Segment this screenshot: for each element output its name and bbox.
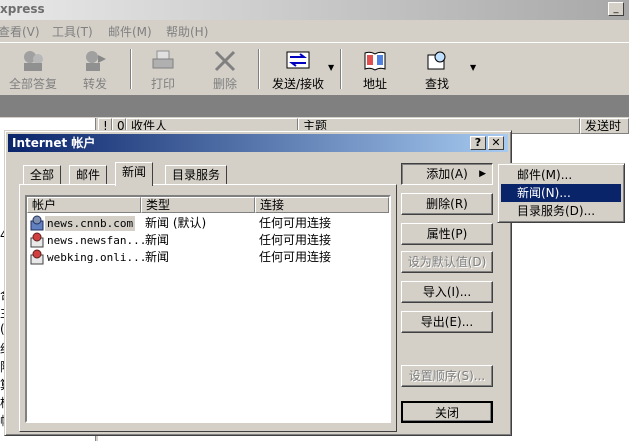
- menu-help[interactable]: 帮助(H): [166, 23, 208, 40]
- find-icon: [424, 49, 450, 76]
- col-account[interactable]: 帐户: [27, 197, 141, 213]
- address-book-button[interactable]: 地址: [344, 47, 406, 93]
- menu-bar: 查看(V) 工具(T) 邮件(M) 帮助(H): [0, 20, 629, 40]
- print-icon: [150, 49, 176, 76]
- menu-tools[interactable]: 工具(T): [52, 23, 93, 40]
- export-button[interactable]: 导出(E)...: [401, 311, 493, 333]
- tab-news[interactable]: 新闻: [115, 162, 154, 186]
- col-connection[interactable]: 连接: [255, 197, 389, 213]
- tab-mail[interactable]: 邮件: [69, 165, 108, 185]
- menu-view[interactable]: 查看(V): [0, 23, 40, 40]
- reply-all-label: 全部答复: [8, 77, 57, 91]
- accounts-list[interactable]: 帐户 类型 连接 news.cnnb.com 新闻 (默认) 任何可用连接 ne…: [25, 195, 391, 423]
- properties-button[interactable]: 属性(P): [401, 223, 493, 245]
- delete-icon: [212, 49, 238, 76]
- set-order-button[interactable]: 设置顺序(S)...: [401, 365, 493, 387]
- find-label: 查找: [424, 77, 449, 91]
- account-name: webking.onli...: [47, 251, 147, 264]
- folder-bar: [0, 95, 629, 117]
- account-name: news.newsfan...: [47, 234, 147, 247]
- forward-label: 转发: [82, 77, 107, 91]
- internet-accounts-dialog: Internet 帐户 ? ✕ 全部 邮件 新闻 目录服务 帐户 类型 连接 n…: [4, 130, 512, 436]
- help-button[interactable]: ?: [470, 136, 486, 150]
- col-type[interactable]: 类型: [141, 197, 255, 213]
- news-account-icon: [29, 249, 45, 269]
- dialog-title-bar: Internet 帐户 ? ✕: [8, 134, 508, 152]
- reply-all-button[interactable]: 全部答复: [2, 47, 64, 93]
- send-receive-button[interactable]: 发送/接收: [262, 47, 334, 93]
- submenu-arrow-icon: ▶: [479, 169, 486, 179]
- dialog-title: Internet 帐户: [12, 136, 96, 150]
- app-title: xpress: [0, 2, 45, 16]
- toolbar-separator: [340, 49, 342, 89]
- tab-directory-service[interactable]: 目录服务: [165, 165, 228, 185]
- menu-mail[interactable]: 邮件(M): [108, 23, 152, 40]
- send-receive-dropdown-icon[interactable]: ▼: [328, 63, 334, 72]
- delete-button[interactable]: 删除: [194, 47, 256, 93]
- toolbar: 全部答复 转发 打印 删除 发送/接收 ▼ 地址 查找 ▼: [0, 42, 629, 94]
- set-default-button[interactable]: 设为默认值(D): [401, 251, 493, 273]
- account-type: 新闻: [145, 233, 170, 247]
- account-connection: 任何可用连接: [259, 250, 332, 264]
- send-receive-label: 发送/接收: [271, 77, 325, 91]
- close-button[interactable]: 关闭: [401, 401, 493, 423]
- forward-button[interactable]: 转发: [64, 47, 126, 93]
- menu-item-mail[interactable]: 邮件(M)...: [501, 166, 621, 184]
- app-title-bar: xpress: [0, 0, 629, 20]
- account-type: 新闻: [145, 250, 170, 264]
- import-button[interactable]: 导入(I)...: [401, 281, 493, 303]
- find-button[interactable]: 查找: [406, 47, 468, 93]
- add-button[interactable]: 添加(A) ▶: [401, 163, 493, 185]
- address-book-icon: [362, 49, 388, 76]
- tab-all[interactable]: 全部: [23, 165, 62, 185]
- reply-all-icon: [20, 49, 46, 76]
- toolbar-separator: [258, 49, 260, 89]
- account-row[interactable]: news.newsfan... 新闻 任何可用连接: [27, 232, 389, 249]
- account-row[interactable]: webking.onli... 新闻 任何可用连接: [27, 249, 389, 266]
- add-button-label: 添加(A): [426, 167, 468, 181]
- account-connection: 任何可用连接: [259, 216, 332, 230]
- add-submenu: 邮件(M)... 新闻(N)... 目录服务(D)...: [497, 163, 625, 223]
- account-row[interactable]: news.cnnb.com 新闻 (默认) 任何可用连接: [27, 215, 389, 232]
- accounts-list-header: 帐户 类型 连接: [27, 197, 389, 213]
- col-sent-time[interactable]: 发送时间: [580, 118, 629, 147]
- close-icon[interactable]: ✕: [488, 136, 504, 150]
- find-dropdown-icon[interactable]: ▼: [470, 63, 476, 72]
- account-type: 新闻 (默认): [145, 216, 207, 230]
- print-label: 打印: [150, 77, 175, 91]
- menu-item-news[interactable]: 新闻(N)...: [501, 184, 621, 202]
- send-receive-icon: [284, 49, 312, 76]
- menu-item-directory-service[interactable]: 目录服务(D)...: [501, 202, 621, 220]
- account-name: news.cnnb.com: [45, 216, 136, 231]
- account-connection: 任何可用连接: [259, 233, 332, 247]
- print-button[interactable]: 打印: [132, 47, 194, 93]
- remove-button[interactable]: 删除(R): [401, 193, 493, 215]
- delete-label: 删除: [212, 77, 237, 91]
- address-label: 地址: [362, 77, 387, 91]
- forward-icon: [82, 49, 108, 76]
- minimize-button[interactable]: _: [608, 2, 624, 16]
